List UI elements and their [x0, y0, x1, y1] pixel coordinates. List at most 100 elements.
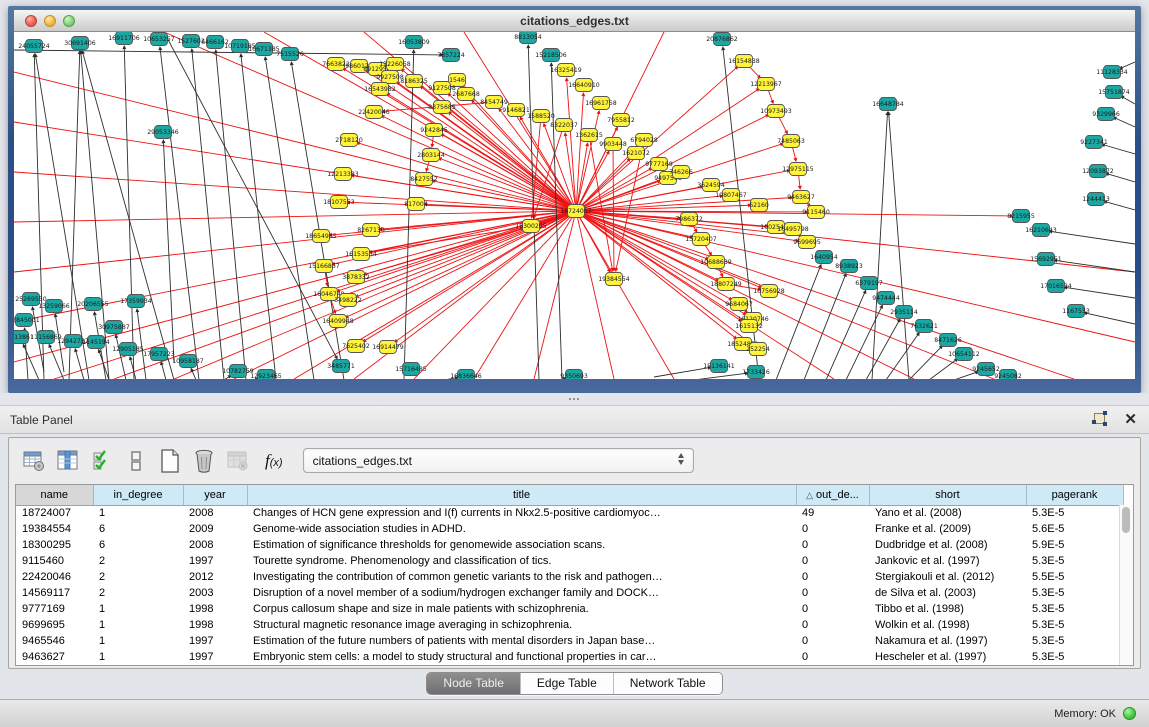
graph-node-label: 9227341 [1080, 139, 1108, 146]
close-window-button[interactable] [25, 15, 37, 27]
graph-node-label: 9903448 [599, 141, 627, 148]
graph-node-label: 1588520 [527, 113, 555, 120]
graph-node-label: 7625402 [342, 343, 370, 350]
graph-node-label: 13259066 [38, 303, 70, 310]
network-canvas[interactable]: 2405572430691406169117061065325715276026… [14, 32, 1135, 379]
table-row[interactable]: 1830029562008Estimation of significance … [16, 537, 1123, 553]
scrollbar-thumb[interactable] [1122, 507, 1130, 533]
table-selector-dropdown[interactable]: citations_edges.txt [303, 448, 694, 473]
graph-node-label: 8427552 [410, 176, 438, 183]
table-row[interactable]: 946554611997Estimation of the future num… [16, 633, 1123, 649]
graph-node-label: 13226058 [379, 61, 411, 68]
graph-node-label: 7955812 [607, 117, 635, 124]
column-header-short[interactable]: short [869, 485, 1026, 505]
close-panel-icon[interactable]: ✕ [1124, 412, 1137, 427]
zoom-window-button[interactable] [63, 15, 75, 27]
graph-node-label: 10958187 [172, 358, 204, 365]
graph-node-label: 3375685 [428, 104, 456, 111]
graph-node-label: 17016534 [1040, 283, 1072, 290]
horizontal-splitter[interactable] [0, 393, 1149, 405]
new-column-icon[interactable] [155, 446, 185, 476]
graph-node-label: 19384554 [598, 276, 630, 283]
table-row[interactable]: 911546021997Tourette syndrome. Phenomeno… [16, 553, 1123, 569]
graph-node-label: 11128334 [1096, 69, 1128, 76]
clear-selection-icon[interactable] [121, 446, 151, 476]
graph-node-label: 18107553 [323, 199, 355, 206]
graph-node-label: 9245082 [994, 373, 1022, 379]
table-selector-value: citations_edges.txt [313, 454, 693, 468]
network-window-title: citations_edges.txt [14, 14, 1135, 28]
graph-node-label: 1640954 [810, 254, 838, 261]
tab-network-table[interactable]: Network Table [613, 673, 722, 694]
table-row[interactable]: 1456911722003Disruption of a novel membe… [16, 585, 1123, 601]
graph-node-label: 9777169 [645, 161, 673, 168]
delete-table-icon[interactable] [223, 446, 253, 476]
delete-columns-icon[interactable] [189, 446, 219, 476]
graph-node-label: 1733426 [742, 369, 770, 376]
graph-node-label: 20206555 [77, 301, 109, 308]
column-header-title[interactable]: title [247, 485, 796, 505]
minimize-window-button[interactable] [44, 15, 56, 27]
graph-node-label: 24055724 [18, 43, 50, 50]
table-row[interactable]: 977716911998Corpus callosum shape and si… [16, 601, 1123, 617]
select-columns-icon[interactable] [87, 446, 117, 476]
column-header-out_de[interactable]: △out_de... [796, 485, 869, 505]
graph-node-label: 18654985 [305, 233, 337, 240]
graph-node-label: 62160 [749, 202, 769, 209]
graph-node-label: 18724007 [560, 208, 592, 215]
memory-ok-indicator[interactable] [1123, 707, 1136, 720]
graph-node-label: 16961758 [585, 100, 617, 107]
splitter-handle-icon[interactable] [568, 397, 580, 402]
graph-node-label: 16409948 [322, 318, 354, 325]
table-vertical-scrollbar[interactable] [1119, 505, 1133, 665]
graph-node-label: 18300295 [515, 223, 547, 230]
graph-node-label: 10654112 [948, 351, 980, 358]
tab-edge-table[interactable]: Edge Table [520, 673, 613, 694]
graph-node-label: 16648784 [872, 101, 904, 108]
graph-node-label: 29053346 [147, 129, 179, 136]
network-window-titlebar[interactable]: citations_edges.txt [14, 10, 1135, 32]
graph-node-label: 6794028 [630, 137, 658, 144]
graph-node-label: 9699695 [793, 239, 821, 246]
graph-node-label: 15136141 [703, 363, 735, 370]
graph-node-label: 8938923 [835, 263, 863, 270]
column-header-name[interactable]: name [16, 485, 93, 505]
graph-node-label: 7857224 [437, 52, 465, 59]
graph-node-label: 8813054 [514, 34, 542, 41]
graph-node-label: 1244413 [1082, 196, 1110, 203]
table-row[interactable]: 2242004622012Investigating the contribut… [16, 569, 1123, 585]
graph-node-label: 17359934 [120, 298, 152, 305]
column-header-year[interactable]: year [183, 485, 247, 505]
graph-node-label: 12975115 [782, 166, 814, 173]
graph-node-label: 20876862 [706, 36, 738, 43]
graph-node-label: 8186325 [400, 78, 428, 85]
graph-node-label: 3913861 [14, 334, 34, 341]
citation-network-graph[interactable]: 2405572430691406169117061065325715276026… [14, 32, 1135, 379]
show-columns-icon[interactable] [53, 446, 83, 476]
graph-node-label: 12213967 [750, 81, 782, 88]
graph-node-label: 16911706 [108, 35, 140, 42]
graph-node-label: 9329966 [1092, 111, 1120, 118]
graph-node-label: 9463627 [787, 194, 815, 201]
float-panel-icon[interactable] [1092, 411, 1110, 429]
table-mode-icon[interactable] [19, 446, 49, 476]
graph-node-label: 8215955 [1007, 213, 1035, 220]
table-toolbar: f(x) citations_edges.txt [9, 438, 1140, 483]
table-row[interactable]: 1872400712008Changes of HCN gene express… [16, 505, 1123, 521]
table-row[interactable]: 946362711997Embryonic stem cells: a mode… [16, 649, 1123, 665]
column-header-in_degree[interactable]: in_degree [93, 485, 183, 505]
table-row[interactable]: 1938455462009Genome-wide association stu… [16, 521, 1123, 537]
tab-node-table[interactable]: Node Table [427, 673, 520, 694]
graph-node-label: 16053809 [398, 39, 430, 46]
graph-node-label: 10688639 [700, 259, 732, 266]
function-builder-icon[interactable]: f(x) [265, 451, 283, 471]
graph-node-label: 3485771 [327, 363, 355, 370]
graph-node-label: 25269550 [15, 296, 47, 303]
graph-node-label: 15751874 [1098, 89, 1130, 96]
graph-node-label: 817004 [404, 201, 428, 208]
memory-status-label: Memory: OK [1054, 708, 1116, 720]
column-header-pagerank[interactable]: pagerank [1026, 485, 1123, 505]
graph-node-label: 10782759 [222, 368, 254, 375]
status-bar: Memory: OK [0, 699, 1149, 727]
table-row[interactable]: 969969511998Structural magnetic resonanc… [16, 617, 1123, 633]
